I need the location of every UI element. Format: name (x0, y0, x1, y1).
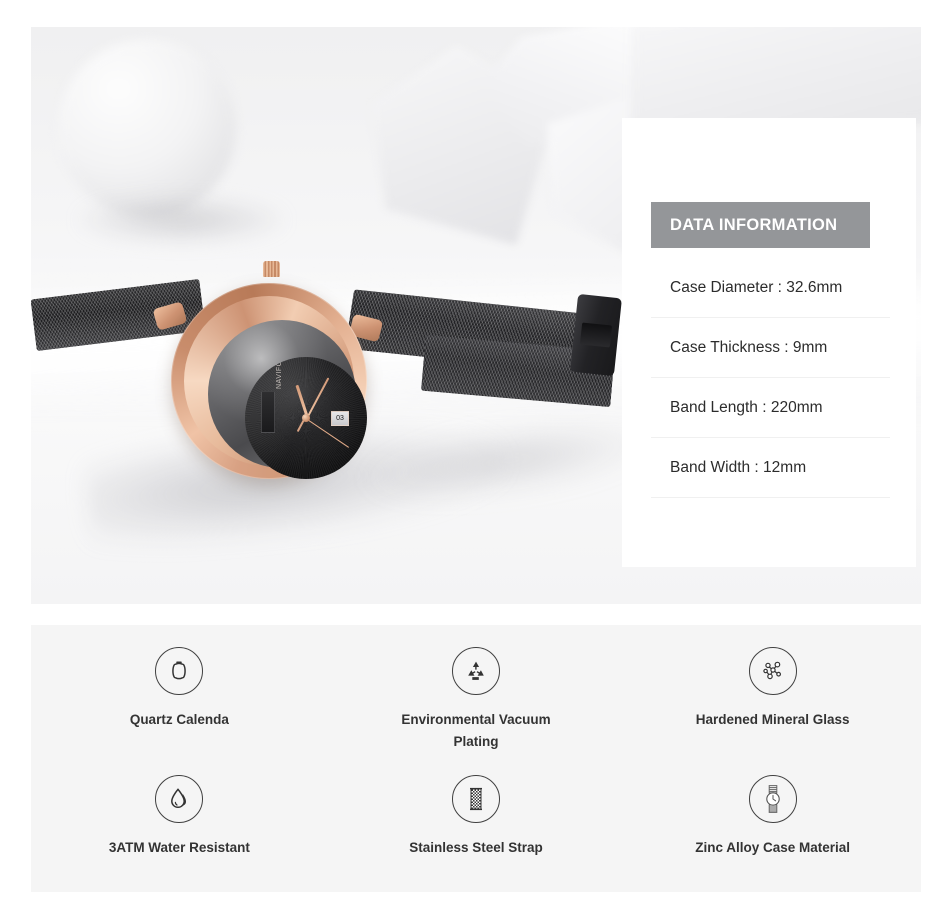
watch-crown (263, 261, 280, 277)
feature-label: Environmental Vacuum Plating (401, 712, 551, 749)
wristwatch-icon (748, 774, 797, 823)
product-hero-image: NAVIFORCE 03 DATA INFORMATION Case Diame… (31, 27, 921, 604)
features-grid: Quartz Calenda Environmental Vacuum Plat… (31, 647, 921, 859)
molecule-icon (748, 647, 797, 695)
feature-quartz-calenda: Quartz Calenda (31, 647, 328, 753)
spec-row: Band Width : 12mm (651, 438, 890, 498)
feature-zinc-alloy-case: Zinc Alloy Case Material (624, 774, 921, 859)
feature-label: Hardened Mineral Glass (695, 712, 850, 727)
watch-case-icon (155, 647, 204, 695)
watch-bezel: NAVIFORCE 03 (184, 296, 367, 479)
recycle-icon (451, 647, 500, 695)
watch-dial: NAVIFORCE 03 (245, 357, 367, 479)
data-information-header: DATA INFORMATION (651, 202, 870, 248)
data-information-card: DATA INFORMATION Case Diameter : 32.6mm … (622, 118, 916, 567)
features-panel: Quartz Calenda Environmental Vacuum Plat… (31, 625, 921, 892)
data-information-title: DATA INFORMATION (670, 215, 838, 234)
water-drop-icon (155, 774, 204, 823)
spec-row: Band Length : 220mm (651, 378, 890, 438)
brand-logo-text: NAVIFORCE (276, 357, 283, 389)
mineral-glass-crystal: NAVIFORCE 03 (208, 320, 367, 479)
mesh-strap-icon (451, 774, 500, 823)
brand-logo-plaque (261, 391, 275, 433)
feature-label: Stainless Steel Strap (409, 839, 543, 855)
spec-row: Case Diameter : 32.6mm (651, 258, 890, 318)
feature-hardened-mineral-glass: Hardened Mineral Glass (624, 647, 921, 753)
date-window: 03 (331, 411, 349, 426)
dial-sheen (245, 357, 340, 479)
feature-label: 3ATM Water Resistant (108, 839, 250, 855)
feature-label: Quartz Calenda (129, 712, 229, 727)
feature-environmental-vacuum-plating: Environmental Vacuum Plating (328, 647, 625, 753)
feature-water-resistant: 3ATM Water Resistant (31, 774, 328, 859)
feature-stainless-steel-strap: Stainless Steel Strap (328, 774, 625, 859)
magnetic-clasp (570, 293, 622, 377)
spec-list: Case Diameter : 32.6mm Case Thickness : … (651, 258, 890, 498)
feature-label: Zinc Alloy Case Material (695, 839, 851, 855)
spec-row: Case Thickness : 9mm (651, 318, 890, 378)
hands-center-pin (302, 414, 310, 422)
watch-case: NAVIFORCE 03 (171, 283, 367, 479)
